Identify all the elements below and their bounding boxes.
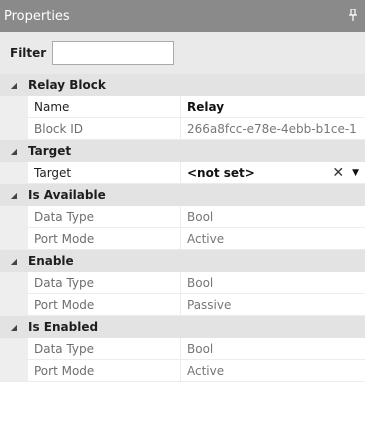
group-enable: ◢ Enable Data Type Bool Port Mode Passiv… — [0, 250, 365, 316]
group-header-is-enabled[interactable]: ◢ Is Enabled — [0, 316, 365, 338]
property-row-data-type: Data Type Bool — [0, 206, 365, 228]
group-title: Target — [28, 144, 72, 158]
collapse-triangle-icon[interactable]: ◢ — [0, 191, 28, 200]
property-row-data-type: Data Type Bool — [0, 272, 365, 294]
group-header-is-available[interactable]: ◢ Is Available — [0, 184, 365, 206]
property-row-target[interactable]: Target <not set> ✕ ▼ — [0, 162, 365, 184]
property-row-port-mode: Port Mode Active — [0, 228, 365, 250]
panel-title: Properties — [4, 8, 70, 24]
property-value[interactable]: Relay — [181, 96, 365, 117]
property-value: Passive — [187, 297, 232, 312]
property-name: Target — [28, 162, 181, 183]
group-title: Relay Block — [28, 78, 106, 92]
property-value: Active — [187, 363, 225, 378]
collapse-triangle-icon[interactable]: ◢ — [0, 257, 28, 266]
property-name: Data Type — [28, 338, 181, 359]
property-name: Port Mode — [28, 294, 181, 315]
property-value: Active — [187, 231, 225, 246]
filter-label: Filter — [10, 46, 47, 60]
properties-panel: Properties Filter ◢ Relay Block Name Rel… — [0, 0, 365, 446]
group-header-enable[interactable]: ◢ Enable — [0, 250, 365, 272]
group-title: Is Available — [28, 188, 106, 202]
target-dropdown[interactable]: <not set> ✕ ▼ — [181, 162, 365, 183]
property-row-port-mode: Port Mode Passive — [0, 294, 365, 316]
target-dropdown-value: <not set> — [187, 165, 255, 180]
property-value: Bool — [187, 209, 214, 224]
group-header-relay-block[interactable]: ◢ Relay Block — [0, 74, 365, 96]
property-name: Port Mode — [28, 360, 181, 381]
group-is-available: ◢ Is Available Data Type Bool Port Mode … — [0, 184, 365, 250]
property-value: Bool — [187, 275, 214, 290]
property-row-port-mode: Port Mode Active — [0, 360, 365, 382]
collapse-triangle-icon[interactable]: ◢ — [0, 81, 28, 90]
group-title: Is Enabled — [28, 320, 99, 334]
property-name: Name — [28, 96, 181, 117]
filter-bar: Filter — [0, 32, 365, 74]
collapse-triangle-icon[interactable]: ◢ — [0, 323, 28, 332]
filter-input[interactable] — [52, 41, 175, 65]
property-value: Bool — [187, 341, 214, 356]
panel-titlebar: Properties — [0, 0, 365, 32]
property-name: Data Type — [28, 272, 181, 293]
property-value: 266a8fcc-e78e-4ebb-b1ce-1 — [187, 121, 357, 136]
group-header-target[interactable]: ◢ Target — [0, 140, 365, 162]
property-name: Data Type — [28, 206, 181, 227]
group-target: ◢ Target Target <not set> ✕ ▼ — [0, 140, 365, 184]
pin-icon[interactable] — [349, 7, 357, 24]
property-name: Port Mode — [28, 228, 181, 249]
group-relay-block: ◢ Relay Block Name Relay Block ID 266a8f… — [0, 74, 365, 140]
collapse-triangle-icon[interactable]: ◢ — [0, 147, 28, 156]
property-name: Block ID — [28, 118, 181, 139]
clear-icon[interactable]: ✕ — [332, 165, 344, 181]
property-row-name[interactable]: Name Relay — [0, 96, 365, 118]
group-is-enabled: ◢ Is Enabled Data Type Bool Port Mode Ac… — [0, 316, 365, 382]
property-row-block-id: Block ID 266a8fcc-e78e-4ebb-b1ce-1 — [0, 118, 365, 140]
property-row-data-type: Data Type Bool — [0, 338, 365, 360]
group-title: Enable — [28, 254, 74, 268]
chevron-down-icon[interactable]: ▼ — [352, 168, 359, 178]
